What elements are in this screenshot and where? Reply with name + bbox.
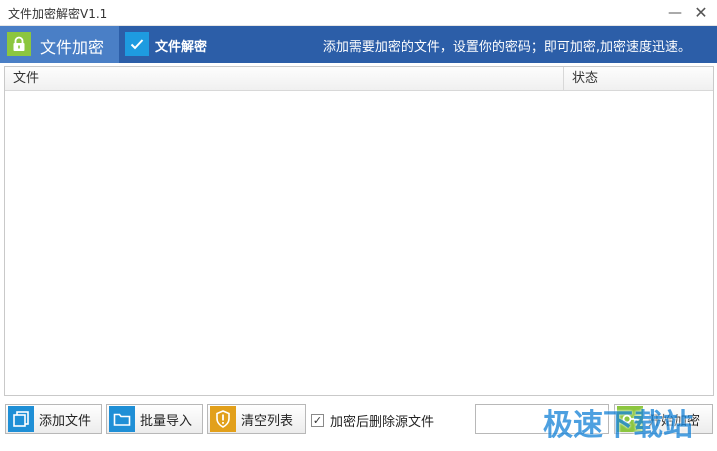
delete-source-checkbox[interactable]: ✓ <box>311 414 324 427</box>
password-input[interactable] <box>475 404 609 434</box>
column-header-file[interactable]: 文件 <box>5 67 564 91</box>
close-button[interactable]: ✕ <box>690 2 712 24</box>
bottom-toolbar: 添加文件 批量导入 清空列表 ✓ 加密后删除源文件 开始加密 <box>0 400 717 451</box>
batch-import-label: 批量导入 <box>140 413 193 429</box>
minimize-button[interactable]: — <box>664 2 686 24</box>
batch-import-button[interactable]: 批量导入 <box>106 404 203 434</box>
warning-shield-icon <box>210 406 236 432</box>
add-files-label: 添加文件 <box>39 413 92 429</box>
start-encrypt-button[interactable]: 开始加密 <box>614 404 713 434</box>
folder-icon <box>109 406 135 432</box>
list-header: 文件 状态 <box>5 67 713 91</box>
clear-list-label: 清空列表 <box>241 413 294 429</box>
clear-list-button[interactable]: 清空列表 <box>207 404 306 434</box>
tab-encrypt-label: 文件加密 <box>40 38 105 57</box>
start-encrypt-label: 开始加密 <box>648 413 701 429</box>
tab-bar: 文件加密 文件解密 添加需要加密的文件，设置你的密码；即可加密,加密速度迅速。 <box>0 26 717 63</box>
lock-icon <box>7 32 31 56</box>
tab-decrypt[interactable]: 文件解密 <box>119 26 219 63</box>
add-files-button[interactable]: 添加文件 <box>5 404 102 434</box>
hint-text: 添加需要加密的文件，设置你的密码；即可加密,加密速度迅速。 <box>322 40 691 55</box>
tab-encrypt[interactable]: 文件加密 <box>0 26 119 63</box>
column-header-status[interactable]: 状态 <box>564 67 713 91</box>
key-icon <box>617 406 643 432</box>
delete-source-label: 加密后删除源文件 <box>330 415 435 430</box>
title-bar: 文件加密解密V1.1 — ✕ <box>0 0 717 26</box>
check-icon <box>125 32 149 56</box>
file-list[interactable]: 文件 状态 <box>4 66 714 396</box>
tab-decrypt-label: 文件解密 <box>155 40 208 55</box>
delete-source-option[interactable]: ✓ 加密后删除源文件 <box>311 411 434 430</box>
files-icon <box>8 406 34 432</box>
window-title: 文件加密解密V1.1 <box>8 7 108 21</box>
